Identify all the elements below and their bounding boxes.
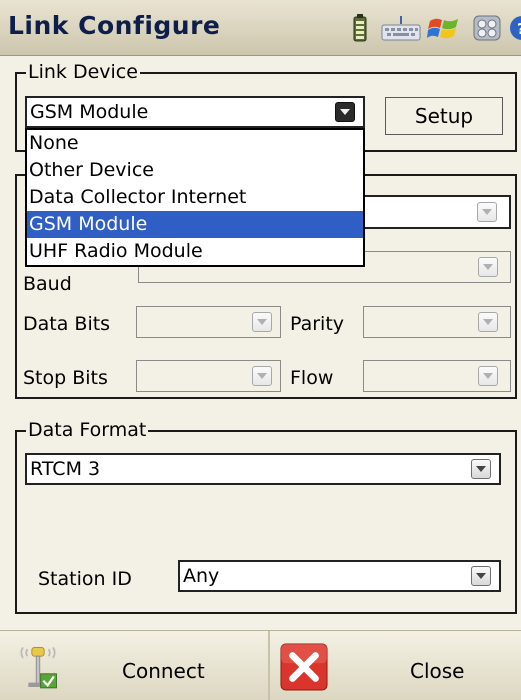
dropdown-option[interactable]: UHF Radio Module — [27, 238, 363, 265]
parity-combo — [363, 306, 511, 338]
start-flag-icon[interactable] — [427, 14, 461, 42]
help-icon[interactable]: ? — [509, 14, 521, 42]
tasks-icon[interactable] — [473, 14, 501, 42]
link-device-value: GSM Module — [30, 101, 149, 123]
stop-bits-label: Stop Bits — [23, 367, 108, 389]
dropdown-option[interactable]: None — [27, 130, 363, 157]
station-id-value: Any — [183, 565, 220, 587]
close-icon — [280, 643, 328, 691]
stop-bits-combo — [136, 360, 281, 392]
chevron-down-icon — [478, 312, 498, 332]
data-bits-label: Data Bits — [23, 313, 111, 335]
data-format-combo[interactable]: RTCM 3 — [25, 453, 501, 485]
dropdown-option[interactable]: Data Collector Internet — [27, 184, 363, 211]
chevron-down-icon — [478, 366, 498, 386]
baud-label: Baud — [23, 273, 72, 295]
antenna-connect-icon — [20, 646, 57, 689]
chevron-down-icon[interactable] — [335, 102, 355, 122]
link-device-combo[interactable]: GSM Module — [25, 96, 365, 128]
connect-button[interactable]: Connect — [0, 631, 268, 700]
chevron-down-icon — [252, 312, 272, 332]
station-id-label: Station ID — [38, 568, 132, 590]
window-title: Link Configure — [8, 11, 221, 40]
data-format-value: RTCM 3 — [30, 458, 101, 480]
parity-label: Parity — [290, 313, 345, 335]
dropdown-option[interactable]: Other Device — [27, 157, 363, 184]
station-id-combo[interactable]: Any — [178, 560, 501, 592]
link-device-dropdown[interactable]: None Other Device Data Collector Interne… — [25, 128, 365, 267]
flow-combo — [363, 360, 511, 392]
close-button[interactable]: Close — [270, 631, 521, 700]
link-device-legend: Link Device — [26, 61, 140, 83]
bottom-command-bar: Connect Close — [0, 630, 521, 700]
flow-label: Flow — [290, 367, 334, 389]
keyboard-icon[interactable] — [381, 14, 421, 42]
chevron-down-icon — [478, 257, 498, 277]
chevron-down-icon[interactable] — [471, 566, 491, 586]
setup-button[interactable]: Setup — [385, 97, 503, 135]
svg-text:?: ? — [517, 20, 521, 38]
title-bar: Link Configure ? — [0, 0, 521, 56]
connect-label: Connect — [122, 659, 205, 683]
dropdown-option-selected[interactable]: GSM Module — [27, 211, 363, 238]
chevron-down-icon — [477, 202, 497, 222]
chevron-down-icon[interactable] — [471, 459, 491, 479]
battery-icon[interactable] — [352, 14, 368, 42]
data-bits-combo — [136, 306, 281, 338]
chevron-down-icon — [252, 366, 272, 386]
data-format-legend: Data Format — [26, 419, 149, 441]
setup-label: Setup — [414, 104, 474, 128]
close-label: Close — [410, 659, 465, 683]
